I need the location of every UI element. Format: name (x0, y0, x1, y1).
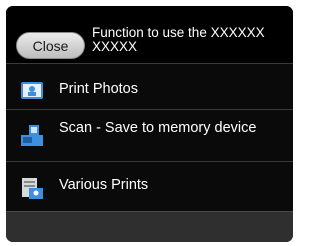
various-prints-icon (19, 175, 45, 201)
menu-item-label: Various Prints (59, 177, 149, 193)
menu-item-label: Scan - Save to memory device (59, 120, 257, 136)
menu-item-label: Print Photos (59, 81, 138, 97)
header-title: Function to use the XXXXXX XXXXX (92, 25, 265, 54)
scan-to-memory-icon (19, 123, 45, 149)
close-button[interactable]: Close (16, 32, 85, 59)
header-bar: Close Function to use the XXXXXX XXXXX (6, 6, 293, 60)
photo-print-icon (19, 77, 45, 103)
menu-item-various-prints[interactable]: Various Prints (6, 161, 293, 214)
empty-menu-row (6, 211, 293, 242)
menu-item-scan-save[interactable]: Scan - Save to memory device (6, 109, 293, 166)
printer-screen: Close Function to use the XXXXXX XXXXX P… (6, 6, 293, 242)
